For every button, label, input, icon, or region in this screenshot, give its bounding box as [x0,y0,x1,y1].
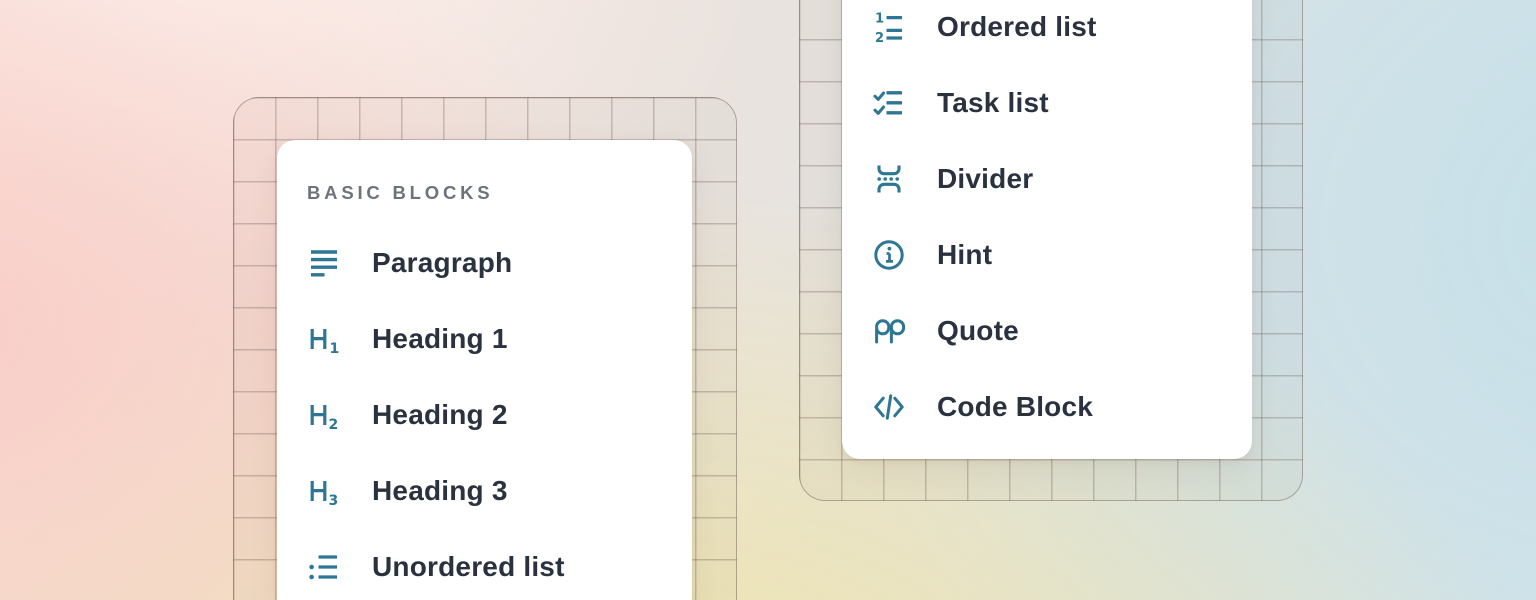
paragraph-icon [307,246,341,280]
svg-text:1: 1 [875,12,884,27]
svg-text:2: 2 [875,31,884,44]
more-blocks-menu-card: 12Ordered listTask listDividerHintQuoteC… [842,0,1252,459]
menu-item-heading-3[interactable]: 3 Heading 3 [277,453,692,529]
heading-3-icon: 3 [307,474,341,508]
svg-text:3: 3 [329,493,339,508]
divider-icon [872,162,906,196]
svg-text:1: 1 [330,341,340,356]
quote-icon [872,314,906,348]
more-blocks-item-list: 12Ordered listTask listDividerHintQuoteC… [842,0,1252,445]
code-block-icon [872,390,906,424]
svg-text:2: 2 [329,417,339,432]
menu-item-ordered-list[interactable]: 12Ordered list [842,0,1252,65]
task-list-icon [872,86,906,120]
menu-item-label: Code Block [937,391,1093,423]
menu-item-code-block[interactable]: Code Block [842,369,1252,445]
menu-item-heading-2[interactable]: 2 Heading 2 [277,377,692,453]
heading-2-icon: 2 [307,398,341,432]
menu-item-label: Ordered list [937,11,1097,43]
menu-item-label: Heading 3 [372,475,508,507]
menu-item-hint[interactable]: Hint [842,217,1252,293]
basic-blocks-item-list: Paragraph 1 Heading 1 2 Heading 2 3 Heading 3 U… [277,225,692,600]
heading-1-icon: 1 [307,322,341,356]
menu-item-quote[interactable]: Quote [842,293,1252,369]
hint-icon [872,238,906,272]
menu-item-label: Hint [937,239,992,271]
basic-blocks-section-label: BASIC BLOCKS [307,183,692,203]
menu-item-label: Divider [937,163,1033,195]
basic-blocks-menu-card: BASIC BLOCKS Paragraph 1 Heading 1 2 Heading… [277,140,692,600]
ordered-list-icon: 12 [872,10,906,44]
menu-item-heading-1[interactable]: 1 Heading 1 [277,301,692,377]
menu-item-label: Unordered list [372,551,565,583]
menu-item-label: Quote [937,315,1019,347]
menu-item-paragraph[interactable]: Paragraph [277,225,692,301]
menu-item-label: Paragraph [372,247,512,279]
editor-block-palette: { "theme": { "accent_color": "#2d7694", … [0,0,1536,600]
menu-item-label: Task list [937,87,1049,119]
menu-item-divider[interactable]: Divider [842,141,1252,217]
menu-item-label: Heading 2 [372,399,508,431]
menu-item-label: Heading 1 [372,323,508,355]
menu-item-unordered-list[interactable]: Unordered list [277,529,692,600]
unordered-list-icon [307,550,341,584]
menu-item-task-list[interactable]: Task list [842,65,1252,141]
